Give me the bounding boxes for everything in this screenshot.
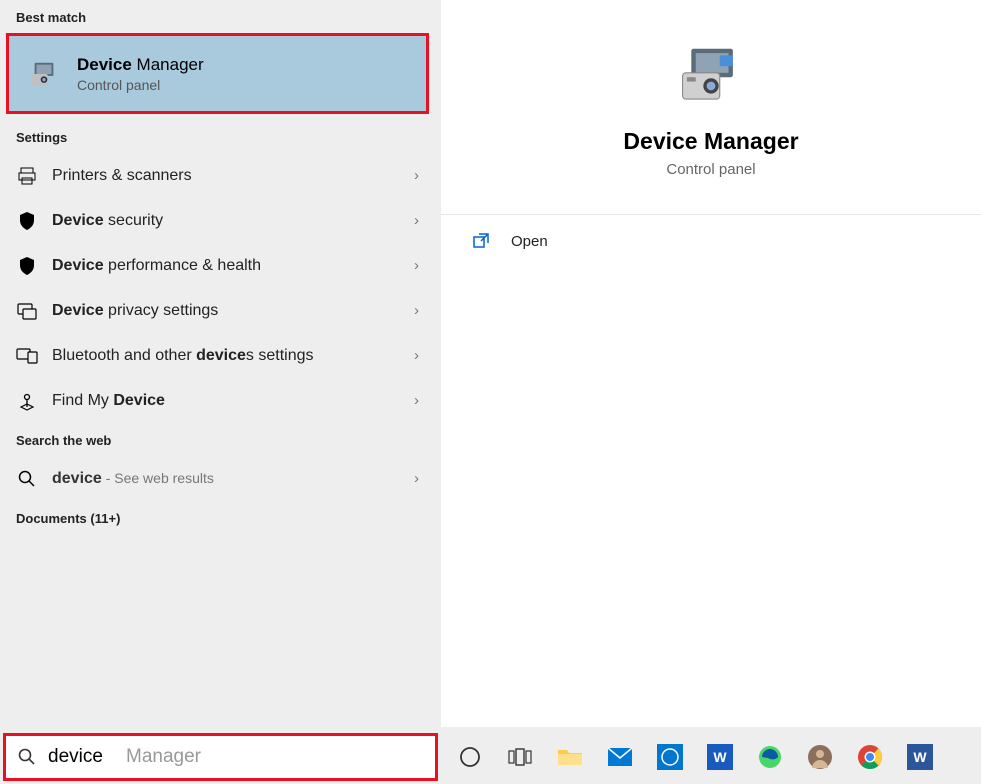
word-app-icon[interactable]: W — [902, 739, 938, 775]
settings-item-device-security[interactable]: Device security › — [0, 198, 435, 243]
search-icon — [18, 748, 36, 766]
section-settings: Settings — [0, 120, 435, 153]
settings-item-printers-scanners[interactable]: Printers & scanners › — [0, 153, 435, 198]
search-icon — [16, 470, 38, 488]
svg-text:W: W — [913, 749, 927, 765]
action-open[interactable]: Open — [441, 215, 981, 267]
preview-panel: Device Manager Control panel Open — [441, 0, 981, 727]
chevron-right-icon: › — [414, 257, 419, 274]
section-best-match: Best match — [0, 0, 435, 33]
web-search-label: device - See web results — [52, 470, 414, 488]
location-icon — [16, 391, 38, 411]
avatar-icon[interactable] — [802, 739, 838, 775]
settings-item-label: Find My Device — [52, 392, 414, 410]
search-results-panel: Best match Device Manager Control panel … — [0, 0, 435, 727]
chevron-right-icon: › — [414, 392, 419, 409]
search-box[interactable]: Manager — [3, 733, 438, 781]
settings-item-label: Device security — [52, 212, 414, 230]
settings-item-bluetooth-devices[interactable]: Bluetooth and other devices settings › — [0, 333, 435, 378]
settings-item-label: Device performance & health — [52, 257, 414, 275]
settings-item-device-performance[interactable]: Device performance & health › — [0, 243, 435, 288]
section-web: Search the web — [0, 423, 435, 456]
cortana-icon[interactable] — [452, 739, 488, 775]
settings-item-label: Printers & scanners — [52, 167, 414, 185]
settings-item-device-privacy[interactable]: Device privacy settings › — [0, 288, 435, 333]
settings-item-label: Bluetooth and other devices settings — [52, 347, 414, 365]
section-documents: Documents (11+) — [0, 501, 435, 534]
chevron-right-icon: › — [414, 347, 419, 364]
task-view-icon[interactable] — [502, 739, 538, 775]
search-ghost-text: Manager — [126, 746, 201, 768]
file-explorer-icon[interactable] — [552, 739, 588, 775]
word-icon[interactable]: W — [702, 739, 738, 775]
action-open-label: Open — [511, 233, 548, 250]
chevron-right-icon: › — [414, 470, 419, 487]
settings-item-find-my-device[interactable]: Find My Device › — [0, 378, 435, 423]
chevron-right-icon: › — [414, 167, 419, 184]
printer-icon — [16, 166, 38, 186]
best-match-title: Device Manager — [77, 55, 204, 75]
best-match-subtitle: Control panel — [77, 77, 204, 93]
preview-title: Device Manager — [441, 128, 981, 155]
best-match-device-manager[interactable]: Device Manager Control panel — [6, 33, 429, 114]
mail-icon[interactable] — [602, 739, 638, 775]
preview-subtitle: Control panel — [441, 161, 981, 178]
taskbar: Manager W W — [0, 730, 981, 784]
device-manager-icon — [29, 59, 59, 89]
shield-icon — [16, 211, 38, 231]
svg-text:W: W — [713, 749, 727, 765]
web-search-item[interactable]: device - See web results › — [0, 456, 435, 501]
dell-icon[interactable] — [652, 739, 688, 775]
settings-item-label: Device privacy settings — [52, 302, 414, 320]
device-manager-large-icon — [676, 40, 746, 110]
devices-icon — [16, 348, 38, 364]
shield-icon — [16, 256, 38, 276]
taskbar-tray: W W — [452, 739, 938, 775]
chevron-right-icon: › — [414, 212, 419, 229]
privacy-icon — [16, 302, 38, 320]
chevron-right-icon: › — [414, 302, 419, 319]
chrome-icon[interactable] — [852, 739, 888, 775]
open-icon — [473, 233, 491, 249]
edge-icon[interactable] — [752, 739, 788, 775]
search-input[interactable] — [48, 746, 128, 768]
